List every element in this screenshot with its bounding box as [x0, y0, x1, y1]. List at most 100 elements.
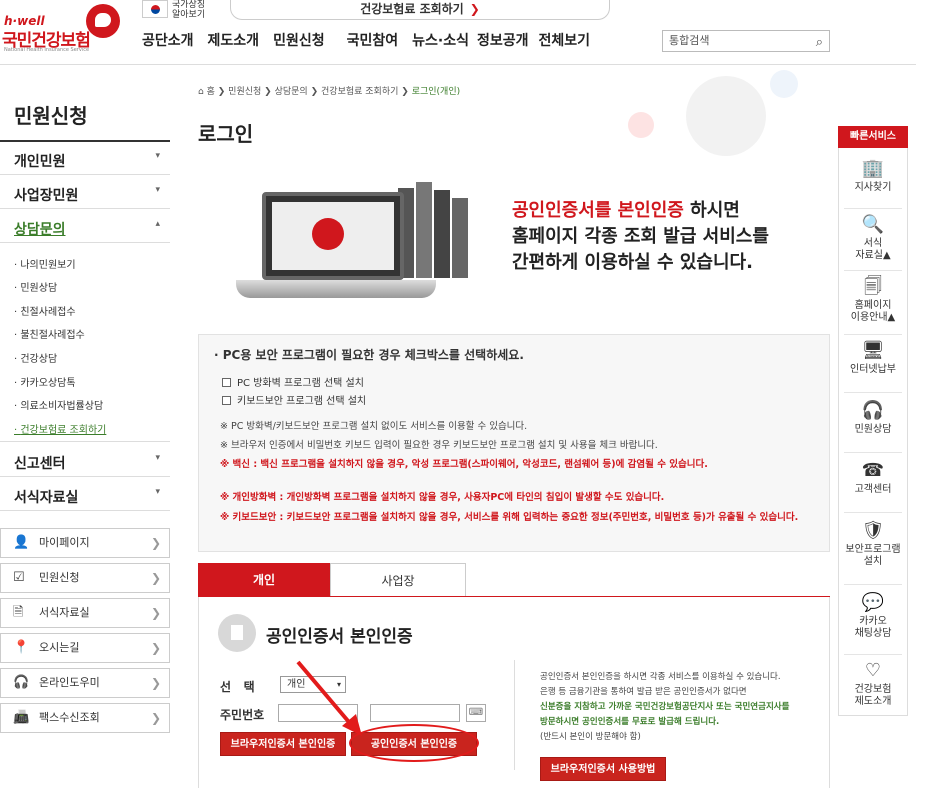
breadcrumb-item[interactable]: 민원신청: [228, 87, 261, 97]
talk-icon: 💬: [861, 592, 885, 613]
heart-pulse-icon: ♡: [864, 660, 882, 681]
security-warning: ※ 백신 : 백신 프로그램을 설치하지 않을 경우, 악성 프로그램(스파이웨…: [220, 459, 708, 470]
breadcrumb-home[interactable]: 홈: [207, 87, 215, 97]
divider: [844, 334, 902, 335]
search-input[interactable]: 통합검색 ⌕: [662, 30, 830, 52]
divider: [0, 476, 170, 477]
gnb-item[interactable]: 민원신청: [273, 30, 325, 54]
caret-up-icon: ▴: [155, 219, 160, 229]
chevron-right-icon: ❯: [150, 536, 161, 550]
quick-link-directions[interactable]: 📍 오시는길 ❯: [0, 633, 170, 663]
gnb-item[interactable]: 공단소개: [142, 30, 194, 54]
browser-cert-howto-button[interactable]: 브라우저인증서 사용방법: [540, 757, 666, 781]
chevron-right-icon: ❯: [150, 711, 161, 725]
caret-down-icon: ▾: [155, 487, 160, 497]
sidebar-title: 민원신청: [14, 104, 88, 128]
gnb-item[interactable]: 국민참여: [347, 30, 399, 54]
security-heading: · PC용 보안 프로그램이 필요한 경우 체크박스를 선택하세요.: [214, 348, 524, 362]
premium-lookup-banner[interactable]: 건강보험료 조회하기 ❯: [230, 0, 610, 20]
divider: [844, 452, 902, 453]
security-warning: ※ 개인방화벽 : 개인방화벽 프로그램을 설치하지 않을 경우, 사용자PC에…: [220, 492, 665, 503]
quick-link-helper[interactable]: 🎧 온라인도우미 ❯: [0, 668, 170, 698]
hero-line-1: 공인인증서를 본인인증 하시면: [512, 200, 740, 221]
decor-circle: [628, 112, 654, 138]
sidebar-item-personal[interactable]: 개인민원 ▾: [14, 151, 170, 181]
sidebar-subitem[interactable]: · 의료소비자법률상담: [14, 397, 103, 412]
info-text: 공인인증서 본인인증을 하시면 각종 서비스를 이용하실 수 있습니다.: [540, 672, 781, 682]
select-label: 선 택: [220, 680, 255, 694]
quick-service-forms[interactable]: 🔍 서식 자료실▲: [838, 214, 908, 262]
security-note: ※ 브라우저 인증에서 비밀번호 키보드 입력이 필요한 경우 키보드보안 프로…: [220, 440, 658, 451]
quick-service-branch[interactable]: 🏢 지사찾기: [838, 158, 908, 194]
login-title: 공인인증서 본인인증: [266, 627, 413, 647]
divider: [0, 208, 170, 209]
decor-circle: [770, 70, 798, 98]
sidebar-subitem-active[interactable]: · 건강보험료 조회하기: [14, 421, 106, 436]
decor-pen-icon: [686, 76, 766, 156]
sidebar-subitem[interactable]: · 불친절사례접수: [14, 326, 85, 341]
divider: [844, 584, 902, 585]
info-text-highlight: 방문하시면 공인인증서를 무료로 발급해 드립니다.: [540, 717, 720, 727]
user-icon: 👤: [13, 535, 30, 550]
sidebar-subitem[interactable]: · 민원상담: [14, 279, 57, 294]
resident-number-back-input[interactable]: [370, 704, 460, 722]
divider: [0, 242, 170, 243]
quick-service-security[interactable]: 🛡 보안프로그램 설치: [838, 520, 908, 568]
quick-service-kakao[interactable]: 💬 카카오 채팅상담: [838, 592, 908, 640]
sidebar-item-consult[interactable]: 상담문의 ▴: [14, 219, 170, 249]
sidebar-subitem[interactable]: · 친절사례접수: [14, 303, 76, 318]
gnb-item[interactable]: 제도소개: [208, 30, 260, 54]
checkbox-icon: [222, 396, 231, 405]
breadcrumb-current: 로그인(개인): [411, 87, 461, 97]
divider: [844, 512, 902, 513]
breadcrumb-item[interactable]: 상담문의: [275, 87, 308, 97]
quick-service-consult[interactable]: 🎧 민원상담: [838, 400, 908, 436]
security-warning: ※ 키보드보안 : 키보드보안 프로그램을 설치하지 않을 경우, 서비스를 위…: [220, 512, 799, 523]
divider: [0, 510, 170, 511]
sidebar-subitem[interactable]: · 건강상담: [14, 350, 57, 365]
global-nav: 공단소개 제도소개 민원신청 국민참여 뉴스·소식 정보공개 전체보기: [142, 30, 604, 54]
home-icon[interactable]: ⌂: [198, 87, 204, 97]
sidebar-item-business[interactable]: 사업장민원 ▾: [14, 185, 170, 215]
certificate-icon: [218, 614, 256, 652]
divider: [0, 174, 170, 175]
quick-link-mypage[interactable]: 👤 마이페이지 ❯: [0, 528, 170, 558]
headset-icon: 🎧: [13, 675, 30, 690]
sidebar-item-report[interactable]: 신고센터 ▾: [14, 453, 170, 483]
quick-link-fax[interactable]: 📠 팩스수신조회 ❯: [0, 703, 170, 733]
gnb-item[interactable]: 정보공개: [477, 30, 529, 54]
fax-icon: 📠: [13, 710, 30, 725]
laptop-illustration: [262, 192, 404, 280]
sidebar-subitem[interactable]: · 나의민원보기: [14, 256, 76, 271]
sidebar-item-forms[interactable]: 서식자료실 ▾: [14, 487, 170, 517]
quick-link-apply[interactable]: ☑ 민원신청 ❯: [0, 563, 170, 593]
caret-down-icon: ▾: [155, 151, 160, 161]
e-monitor-icon: 🖥: [861, 340, 885, 361]
divider: [844, 654, 902, 655]
tab-personal[interactable]: 개인: [198, 563, 330, 597]
tab-business[interactable]: 사업장: [330, 563, 466, 597]
pages-icon: 🗐: [864, 276, 882, 297]
document-icon: 🗎: [13, 605, 24, 620]
page-title: 로그인: [198, 122, 254, 146]
quick-service-payment[interactable]: 🖥 인터넷납부: [838, 340, 908, 376]
firewall-checkbox[interactable]: PC 방화벽 프로그램 선택 설치: [222, 374, 364, 389]
sidebar-subitem[interactable]: · 카카오상담톡: [14, 374, 76, 389]
quick-link-forms[interactable]: 🗎 서식자료실 ❯: [0, 598, 170, 628]
taegukgi-flag-icon[interactable]: [142, 0, 168, 18]
keyboard-security-checkbox[interactable]: 키보드보안 프로그램 선택 설치: [222, 392, 366, 407]
logo-heart-icon[interactable]: [86, 4, 120, 38]
quick-service-callcenter[interactable]: ☎ 고객센터: [838, 460, 908, 496]
chevron-right-icon: ❯: [469, 2, 480, 16]
virtual-keyboard-icon[interactable]: ⌨: [466, 704, 486, 722]
quick-service-guide[interactable]: 🗐 홈페이지 이용안내▲: [838, 276, 908, 324]
building-icon: 🏢: [861, 158, 885, 179]
quick-service-system[interactable]: ♡ 건강보험 제도소개: [838, 660, 908, 708]
gnb-item[interactable]: 뉴스·소식: [412, 30, 469, 54]
breadcrumb-item[interactable]: 건강보험료 조회하기: [321, 87, 398, 97]
search-icon[interactable]: ⌕: [816, 33, 823, 53]
hero-line-3: 간편하게 이용하실 수 있습니다.: [512, 252, 753, 273]
info-text-highlight: 신분증을 지참하고 가까운 국민건강보험공단지사 또는 국민연금지사를: [540, 702, 790, 712]
national-symbol-link[interactable]: 국가상징 알아보기: [172, 0, 205, 20]
gnb-item[interactable]: 전체보기: [539, 30, 591, 54]
